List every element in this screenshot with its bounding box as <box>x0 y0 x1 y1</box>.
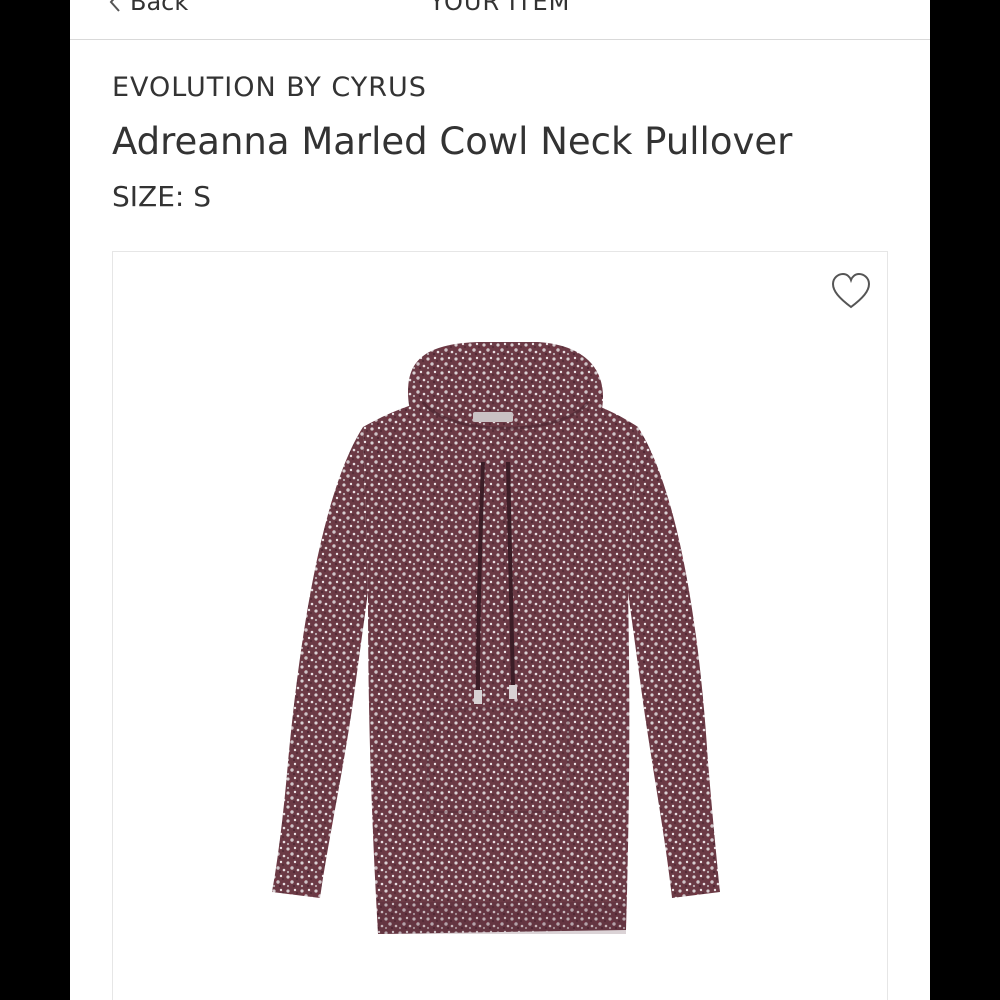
favorite-button[interactable] <box>831 272 871 312</box>
size-value: S <box>193 180 212 213</box>
brand-name: EVOLUTION BY CYRUS <box>112 72 427 103</box>
product-name: Adreanna Marled Cowl Neck Pullover <box>112 120 793 163</box>
heart-icon <box>831 272 871 309</box>
top-navigation-bar: Back YOUR ITEM <box>70 0 930 40</box>
app-screen: Back YOUR ITEM EVOLUTION BY CYRUS Adrean… <box>70 0 930 1000</box>
size-info: SIZE: S <box>112 180 211 213</box>
sweater-image <box>272 342 720 934</box>
size-label: SIZE: <box>112 180 185 213</box>
product-image-card <box>112 251 888 1000</box>
page-title: YOUR ITEM <box>429 0 571 16</box>
